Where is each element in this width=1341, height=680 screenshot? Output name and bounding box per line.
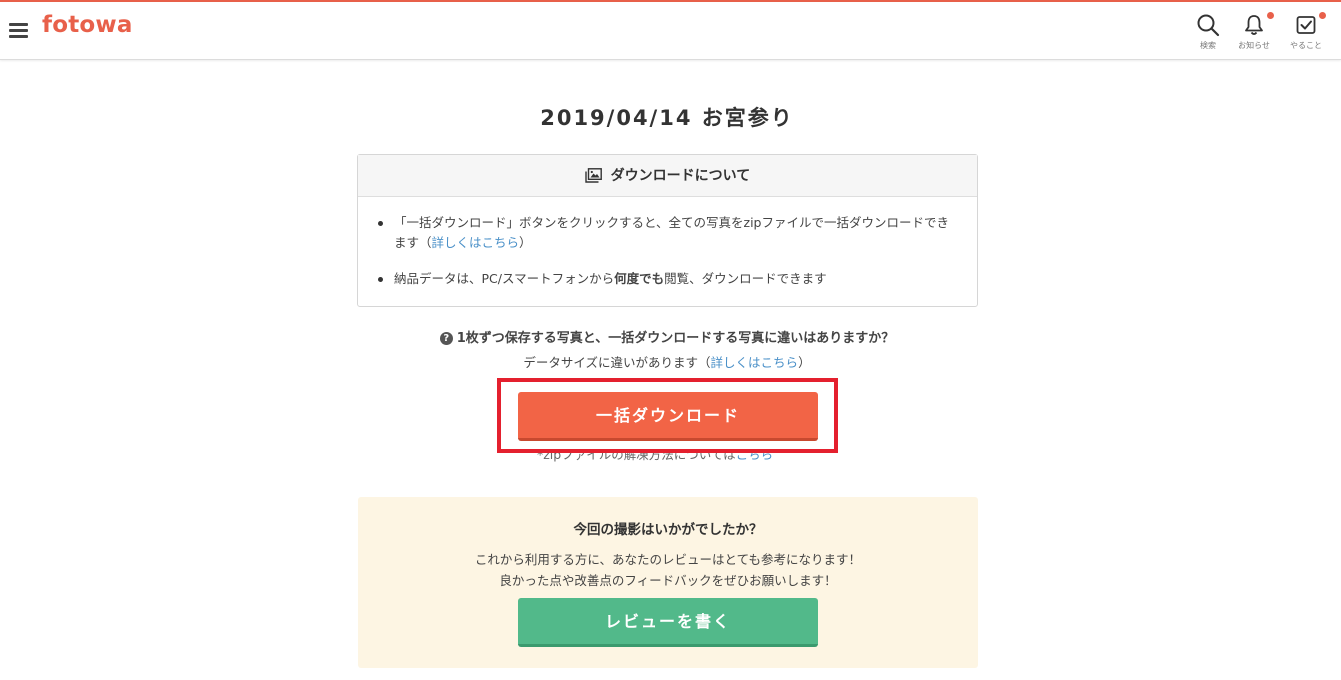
notification-badge bbox=[1267, 12, 1274, 19]
info-list: 「一括ダウンロード」ボタンをクリックすると、全ての写真をzipファイルで一括ダウ… bbox=[358, 197, 977, 289]
search-icon bbox=[1197, 14, 1220, 37]
images-icon bbox=[585, 158, 602, 200]
review-line-1: これから利用する方に、あなたのレビューはとても参考になります！ bbox=[474, 552, 862, 567]
info-item-emphasis: 何度でも bbox=[614, 271, 665, 286]
data-size-details-link[interactable]: 詳しくはこちら bbox=[711, 355, 799, 370]
info-box-header: ダウンロードについて bbox=[358, 155, 977, 197]
app-header: fotowa 検索 お知らせ やること bbox=[0, 2, 1341, 60]
faq-question-text: 1枚ずつ保存する写真と、一括ダウンロードする写真に違いはありますか？ bbox=[456, 331, 895, 346]
page-title: 2019/04/14 お宮参り bbox=[540, 106, 794, 130]
info-item-text: 納品データは、PC/スマートフォンから bbox=[394, 271, 615, 286]
zip-howto-link[interactable]: こちら bbox=[736, 453, 774, 462]
hamburger-menu-icon[interactable] bbox=[9, 21, 29, 39]
bulk-download-button[interactable]: 一括ダウンロード bbox=[518, 392, 818, 441]
search-label: 検索 bbox=[1200, 41, 1216, 50]
bell-icon bbox=[1245, 15, 1263, 35]
faq-answer-suffix: ） bbox=[798, 355, 811, 370]
faq-answer-text: データサイズに違いがあります（ bbox=[523, 355, 711, 370]
todo-button[interactable]: やること bbox=[1284, 11, 1328, 55]
logo[interactable]: fotowa bbox=[42, 12, 133, 38]
write-review-button[interactable]: レビューを書く bbox=[518, 598, 818, 647]
review-title: 今回の撮影はいかがでしたか？ bbox=[573, 522, 763, 538]
zip-note-text: *zipファイルの解凍方法については bbox=[537, 453, 736, 462]
faq-answer: データサイズに違いがあります（詳しくはこちら） bbox=[0, 352, 1334, 371]
todo-label: やること bbox=[1290, 41, 1322, 50]
review-line-2: 良かった点や改善点のフィードバックをぜひお願いします！ bbox=[499, 573, 837, 588]
info-item-delivery: 納品データは、PC/スマートフォンから何度でも閲覧、ダウンロードできます bbox=[376, 269, 959, 289]
notifications-label: お知らせ bbox=[1238, 41, 1270, 50]
todo-badge bbox=[1319, 12, 1326, 19]
review-box: 今回の撮影はいかがでしたか？ これから利用する方に、あなたのレビューはとても参考… bbox=[358, 497, 978, 668]
faq-question: ? 1枚ずつ保存する写真と、一括ダウンロードする写真に違いはありますか？ bbox=[0, 327, 1334, 346]
info-box-heading: ダウンロードについて bbox=[610, 168, 751, 184]
zip-note: *zipファイルの解凍方法についてはこちら bbox=[537, 453, 837, 465]
info-item-text: 閲覧、ダウンロードできます bbox=[664, 271, 827, 286]
question-icon: ? bbox=[439, 332, 453, 345]
search-button[interactable]: 検索 bbox=[1186, 11, 1230, 55]
checkbox-icon bbox=[1296, 16, 1316, 34]
details-link[interactable]: 詳しくはこちら bbox=[432, 235, 520, 250]
info-item-bulk-download: 「一括ダウンロード」ボタンをクリックすると、全ての写真をzipファイルで一括ダウ… bbox=[376, 213, 959, 253]
notifications-button[interactable]: お知らせ bbox=[1232, 11, 1276, 55]
download-info-box: ダウンロードについて 「一括ダウンロード」ボタンをクリックすると、全ての写真をz… bbox=[357, 154, 978, 307]
review-text: これから利用する方に、あなたのレビューはとても参考になります！ 良かった点や改善… bbox=[358, 549, 978, 591]
info-item-suffix: ） bbox=[519, 235, 532, 250]
